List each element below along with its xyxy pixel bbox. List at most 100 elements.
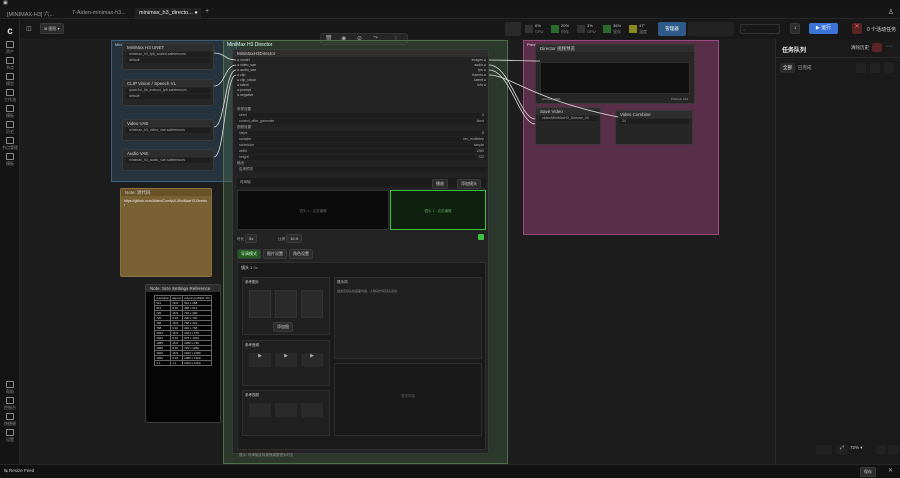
sidebar-item-assets[interactable]: 资产 bbox=[0, 41, 20, 55]
status-meter-icon bbox=[525, 25, 533, 33]
run-button[interactable]: ▶ 运行 bbox=[809, 23, 838, 34]
stop-button[interactable]: ✕ bbox=[852, 23, 862, 34]
sidebar-item-label: 节点管理 bbox=[2, 145, 18, 150]
status-label: GPU bbox=[587, 29, 596, 34]
help-icon bbox=[6, 381, 14, 388]
settings-icon bbox=[6, 429, 14, 436]
divider bbox=[776, 57, 900, 58]
sidebar-item-label: 快捷键 bbox=[4, 421, 16, 426]
status-3: 36% 显存 bbox=[603, 22, 627, 36]
sidebar-item-label: 模板 bbox=[6, 113, 14, 118]
sidebar-item-workflow[interactable]: 工作流 bbox=[0, 89, 20, 103]
status-meter-icon bbox=[577, 25, 585, 33]
tab-workflow-1[interactable]: [MINIMAX-H3] 六... bbox=[3, 8, 65, 18]
rocket-icon[interactable] bbox=[505, 22, 521, 36]
sidebar-item-nodes[interactable]: 节点 bbox=[0, 57, 20, 71]
workflow-dropdown[interactable]: ⊞ 图形 ▾ bbox=[40, 23, 64, 34]
nodes-icon bbox=[6, 57, 14, 64]
save-button[interactable]: 保存 bbox=[860, 467, 876, 477]
filter-all[interactable]: 全部 bbox=[780, 63, 795, 73]
tab-workflow-2[interactable]: 7-Aiden-minimax-h3... bbox=[68, 8, 132, 18]
assets-icon bbox=[6, 41, 14, 48]
sidebar-item-template2[interactable]: 模板 bbox=[0, 153, 20, 167]
sidebar-item-keyboard[interactable]: 快捷键 bbox=[0, 413, 20, 427]
template2-icon bbox=[6, 153, 14, 160]
app-logo: ▣ bbox=[3, 0, 8, 6]
sidebar-item-label: 模板 bbox=[6, 161, 14, 166]
filter-icon[interactable] bbox=[856, 63, 866, 73]
active-tasks[interactable]: 0 个活动任务 bbox=[867, 26, 896, 33]
status-label: 显存 bbox=[613, 29, 621, 34]
title-bar: ▣ bbox=[0, 0, 900, 7]
models-icon bbox=[6, 73, 14, 80]
filter-completed[interactable]: 已完成 bbox=[798, 65, 812, 71]
zoom-level[interactable]: 72% ▾ bbox=[850, 445, 872, 455]
status-4: 47° 温度 bbox=[629, 22, 653, 36]
workflow-icon bbox=[6, 89, 14, 96]
status-value: 36% bbox=[613, 23, 622, 28]
more-icon[interactable]: ⋯ bbox=[886, 43, 892, 50]
history-icon bbox=[6, 121, 14, 128]
status-value: 20% bbox=[561, 23, 570, 28]
map-icon[interactable] bbox=[876, 445, 886, 455]
resize-feed-label: Resize Feed bbox=[9, 468, 35, 473]
tab-label: [MINIMAX-H3] 六... bbox=[7, 12, 55, 18]
user-icon[interactable]: ♙ bbox=[888, 8, 894, 16]
delete-queue-button[interactable] bbox=[872, 43, 882, 52]
wires bbox=[213, 52, 619, 158]
status-value: 3% bbox=[587, 23, 593, 28]
status-meter-icon bbox=[603, 25, 611, 33]
status-label: CPU bbox=[535, 29, 544, 34]
tab-label: 7-Aiden-minimax-h3... bbox=[72, 10, 126, 16]
close-icon[interactable]: ✕ bbox=[888, 467, 893, 474]
sidebar-item-label: 历史 bbox=[6, 129, 14, 134]
workflow-label: 图形 bbox=[48, 26, 57, 31]
sidebar-item-label: 控制台 bbox=[4, 405, 16, 410]
queue-panel: 任务队列 清除历史 ⋯ 全部 已完成 ⤢ 72% ▾ bbox=[775, 39, 900, 464]
status-value: 6% bbox=[535, 23, 541, 28]
console-icon bbox=[6, 397, 14, 404]
view-icon[interactable] bbox=[884, 63, 894, 73]
top-toolbar: ◫ ⊞ 图形 ▾ 6% CPU 20% 内存 3% GPU 36% 显存 47° 温度 管理器 ⌕… bbox=[20, 19, 900, 39]
sidebar-item-label: 节点 bbox=[6, 65, 14, 70]
comfy-logo: c bbox=[7, 26, 13, 37]
status-meter-icon bbox=[551, 25, 559, 33]
sidebar-item-models[interactable]: 模型 bbox=[0, 73, 20, 87]
fit-view-icon[interactable]: ⤢ bbox=[836, 445, 848, 455]
status-strip: 6% CPU 20% 内存 3% GPU 36% 显存 47° 温度 bbox=[525, 22, 655, 36]
eye-icon[interactable] bbox=[888, 445, 898, 455]
sidebar-item-label: 设置 bbox=[6, 437, 14, 442]
left-sidebar: c 资产 节点 模型 工作流 模板 历史 节点管理 模板 帮助 控制台 快捷键 设置 bbox=[0, 19, 20, 464]
queue-title: 任务队列 bbox=[782, 48, 807, 54]
bottom-bar: ↹ Resize Feed 保存 ✕ bbox=[0, 464, 900, 478]
sidebar-item-console[interactable]: 控制台 bbox=[0, 397, 20, 411]
status-0: 6% CPU bbox=[525, 22, 549, 36]
tab-workflow-3[interactable]: minimax_h3_directo... ● bbox=[135, 8, 201, 18]
clear-history-button[interactable]: 清除历史 bbox=[851, 45, 869, 51]
resize-feed-button[interactable]: ↹ Resize Feed bbox=[4, 468, 34, 474]
sidebar-item-help[interactable]: 帮助 bbox=[0, 381, 20, 395]
sort-icon[interactable] bbox=[870, 63, 880, 73]
search-input[interactable]: ⌕ bbox=[740, 24, 780, 34]
panel-toggle-icon[interactable]: ◫ bbox=[26, 25, 32, 32]
sidebar-item-settings[interactable]: 设置 bbox=[0, 429, 20, 443]
sidebar-item-node-manager[interactable]: 节点管理 bbox=[0, 137, 20, 151]
pointer-tool-button[interactable] bbox=[816, 445, 832, 455]
manager-button[interactable]: 管理器 bbox=[658, 22, 686, 36]
node-canvas[interactable]: 🗑 ◉ ⊘ ⤳ ⋮ MiniMax H3 Loaders MiniMax H3 … bbox=[20, 33, 775, 464]
queue-count[interactable]: 1 bbox=[790, 23, 801, 34]
sidebar-item-label: 资产 bbox=[6, 49, 14, 54]
sidebar-item-label: 帮助 bbox=[6, 389, 14, 394]
manager-label: 管理器 bbox=[665, 26, 679, 31]
node-manager-icon bbox=[6, 137, 14, 144]
tab-bar: [MINIMAX-H3] 六... 7-Aiden-minimax-h3... … bbox=[0, 7, 900, 19]
sidebar-item-label: 模型 bbox=[6, 81, 14, 86]
sidebar-item-templates[interactable]: 模板 bbox=[0, 105, 20, 119]
status-label: 温度 bbox=[639, 29, 647, 34]
status-value: 47° bbox=[639, 23, 646, 28]
new-tab-button[interactable]: + bbox=[205, 8, 209, 15]
keyboard-icon bbox=[6, 413, 14, 420]
sidebar-item-label: 工作流 bbox=[4, 97, 16, 102]
toolbar-icon-group[interactable] bbox=[688, 22, 734, 36]
sidebar-item-history[interactable]: 历史 bbox=[0, 121, 20, 135]
